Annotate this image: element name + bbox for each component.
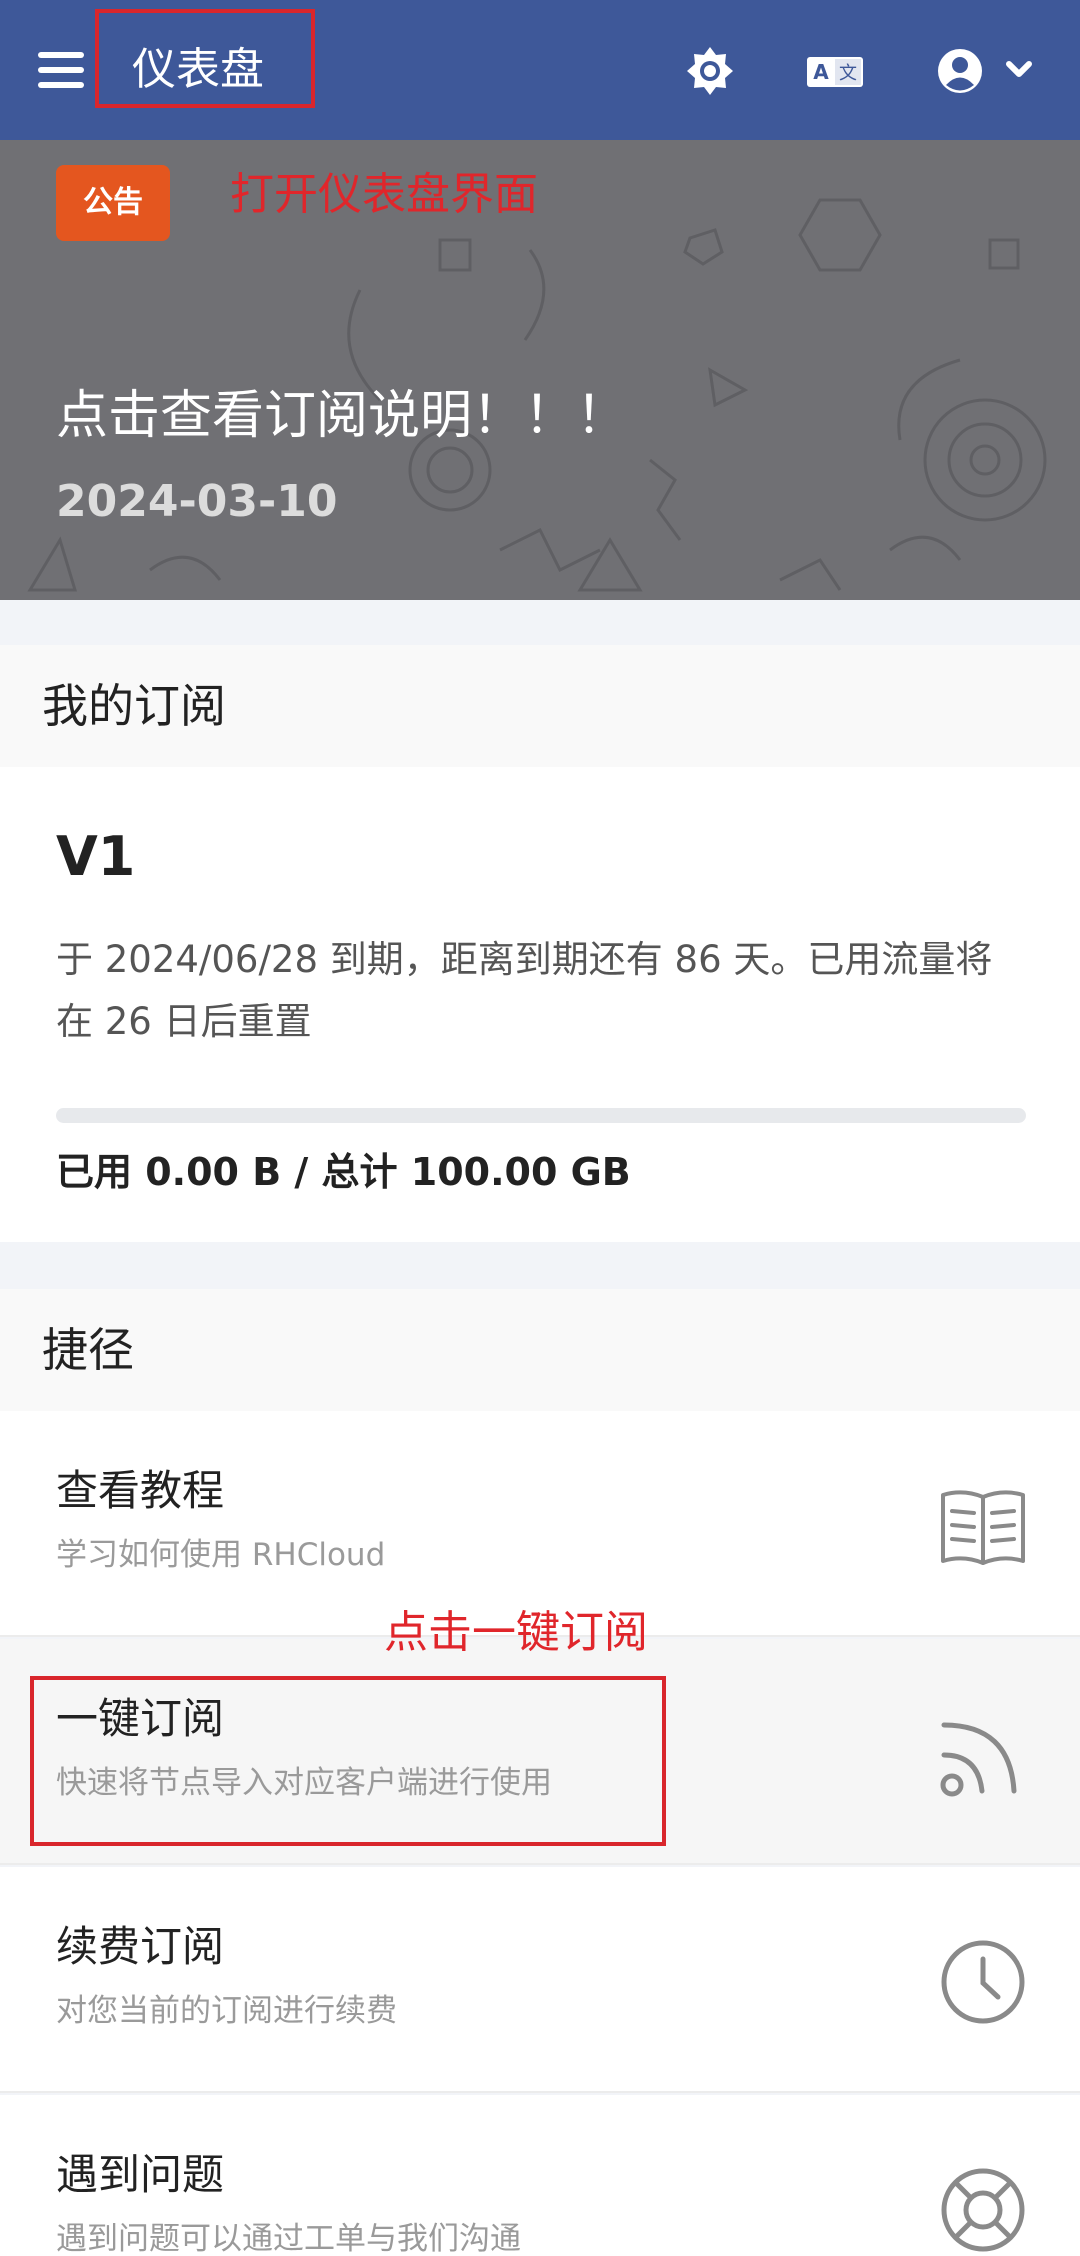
expiry-text: 于 2024/06/28 到期，距离到期还有 86 天。已用流量将在 26 日后… — [56, 938, 993, 1043]
title-annotation-box — [95, 9, 315, 108]
subscription-card: V1 于 2024/06/28 到期，距离到期还有 86 天。已用流量将在 26… — [0, 767, 1080, 1242]
shortcut-title: 续费订阅 — [56, 1922, 225, 1971]
shortcuts-header: 捷径 — [0, 1289, 1080, 1411]
notice-date: 2024-03-10 — [56, 476, 338, 527]
shortcut-desc: 遇到问题可以通过工单与我们沟通 — [56, 2221, 521, 2256]
shortcut-desc: 学习如何使用 RHCloud — [56, 1537, 386, 1573]
notice-title[interactable]: 点击查看订阅说明！！！ — [56, 384, 628, 448]
svg-text:文: 文 — [839, 63, 857, 84]
account-circle-icon — [938, 49, 1032, 93]
menu-icon[interactable] — [38, 52, 84, 88]
annotation-click-subscribe: 点击一键订阅 — [384, 1607, 648, 1658]
notice-banner[interactable]: 公告 打开仪表盘界面 点击查看订阅说明！！！ 2024-03-10 — [0, 140, 1080, 600]
translate-icon[interactable]: A 文 — [805, 45, 865, 97]
lifebuoy-icon — [941, 2168, 1025, 2252]
shortcut-help[interactable]: 遇到问题 遇到问题可以通过工单与我们沟通 — [0, 2095, 1080, 2256]
usage-progress-bar — [56, 1108, 1026, 1123]
subscription-header: 我的订阅 — [0, 645, 1080, 767]
account-menu[interactable] — [935, 44, 1045, 98]
rss-feed-icon — [940, 1722, 1017, 1797]
usage-text: 已用 0.00 B / 总计 100.00 GB — [56, 1150, 631, 1194]
subscription-header-label: 我的订阅 — [42, 679, 226, 733]
subscribe-annotation-box — [30, 1676, 666, 1846]
shortcut-title: 遇到问题 — [56, 2150, 225, 2199]
shortcut-desc: 对您当前的订阅进行续费 — [56, 1993, 397, 2029]
shortcut-renew[interactable]: 续费订阅 对您当前的订阅进行续费 — [0, 1867, 1080, 2093]
shortcuts-header-label: 捷径 — [42, 1323, 134, 1377]
clock-icon — [941, 1940, 1025, 2024]
notice-badge: 公告 — [56, 165, 170, 241]
book-icon — [941, 1490, 1025, 1565]
annotation-open-dashboard: 打开仪表盘界面 — [230, 169, 538, 220]
app-bar: 仪表盘 A 文 — [0, 0, 1080, 140]
plan-name: V1 — [56, 825, 136, 888]
brightness-icon[interactable] — [680, 45, 740, 97]
svg-text:A: A — [813, 60, 829, 84]
shortcut-title: 查看教程 — [56, 1466, 225, 1515]
